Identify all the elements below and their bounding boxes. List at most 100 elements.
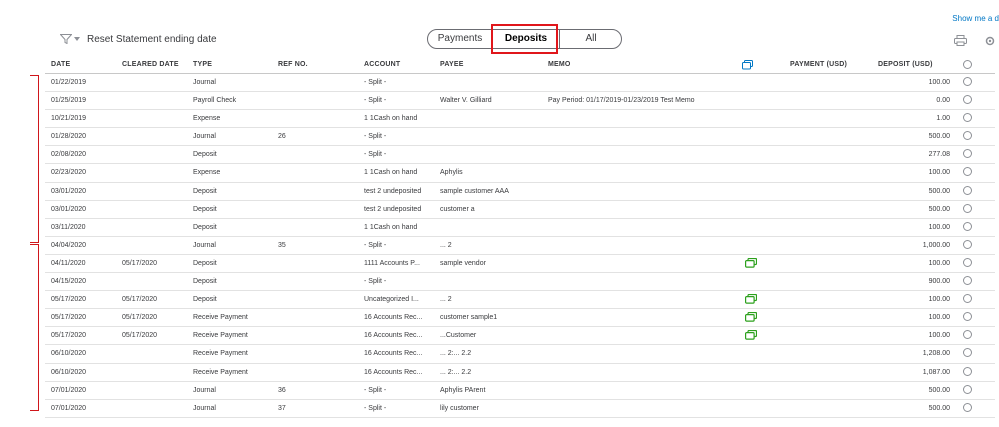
row-select-radio[interactable] xyxy=(963,95,972,105)
cell-payee: ... 2 xyxy=(440,296,452,304)
cell-account: 16 Accounts Rec... xyxy=(364,332,423,340)
table-row[interactable]: 05/17/2020 05/17/2020 Deposit Uncategorized… xyxy=(45,291,995,310)
cell-payee: Walter V. Gilliard xyxy=(440,97,492,105)
col-payment[interactable]: PAYMENT (USD) xyxy=(790,61,847,68)
row-select-radio[interactable] xyxy=(963,77,972,86)
cell-deposit: 100.00 xyxy=(928,296,950,304)
row-select-radio[interactable] xyxy=(963,402,972,412)
row-select-radio[interactable] xyxy=(963,221,972,231)
row-select-radio[interactable] xyxy=(963,113,972,123)
row-select-radio[interactable] xyxy=(963,203,972,213)
row-select-radio[interactable] xyxy=(963,294,972,304)
cell-account: 1 1Cash on hand xyxy=(364,169,418,177)
help-link[interactable]: Show me a d xyxy=(952,14,999,23)
row-select-radio[interactable] xyxy=(963,167,972,177)
col-ref-no[interactable]: REF NO. xyxy=(278,61,308,68)
row-select-radio[interactable] xyxy=(963,312,972,322)
reset-statement-date-link[interactable]: Reset Statement ending date xyxy=(87,34,217,45)
select-all-radio[interactable] xyxy=(963,60,972,69)
tab-all[interactable]: All xyxy=(560,30,622,48)
table-row[interactable]: 06/10/2020 Receive Payment 16 Accounts Rec… xyxy=(45,345,995,364)
cell-memo: Pay Period: 01/17/2019-01/23/2019 Test M… xyxy=(548,97,695,105)
attachment-icon[interactable] xyxy=(745,330,757,341)
row-select-radio[interactable] xyxy=(963,348,972,358)
col-payee[interactable]: PAYEE xyxy=(440,61,464,68)
cell-deposit: 100.00 xyxy=(928,79,950,86)
row-select-radio[interactable] xyxy=(963,366,972,376)
table-row[interactable]: 01/22/2019 Journal - Split - 100.00 xyxy=(45,74,995,93)
cell-date: 04/11/2020 xyxy=(51,259,86,267)
cell-deposit: 100.00 xyxy=(928,169,950,177)
col-cleared-date[interactable]: CLEARED DATE xyxy=(122,61,179,68)
cell-type: Deposit xyxy=(193,296,217,304)
attachment-icon[interactable] xyxy=(745,312,757,322)
row-select-radio[interactable] xyxy=(963,149,972,159)
table-row[interactable]: 05/17/2020 05/17/2020 Receive Payment 16 Ac… xyxy=(45,309,995,328)
row-select-radio[interactable] xyxy=(963,239,972,249)
col-date[interactable]: DATE xyxy=(51,61,70,68)
attachment-icon[interactable] xyxy=(745,257,757,268)
cell-date: 05/17/2020 xyxy=(51,314,87,322)
cell-cleared-date: 05/17/2020 xyxy=(122,296,158,304)
attachment-icon[interactable] xyxy=(745,294,757,304)
table-row[interactable]: 04/04/2020 Journal 35 - Split - ... 2 1,000.0… xyxy=(45,237,995,255)
cell-date: 04/15/2020 xyxy=(51,278,87,286)
cell-deposit: 100.00 xyxy=(928,332,950,340)
cell-type: Journal xyxy=(193,241,216,249)
cell-account: 16 Accounts Rec... xyxy=(364,350,423,358)
filter-button[interactable] xyxy=(60,34,80,44)
cell-type: Deposit xyxy=(193,223,217,231)
row-select-radio[interactable] xyxy=(963,257,972,267)
cell-date: 03/01/2020 xyxy=(51,187,87,195)
cell-payee: Aphylis PArent xyxy=(440,386,486,394)
cell-date: 03/11/2020 xyxy=(51,223,86,231)
table-row[interactable]: 01/28/2020 Journal 26 - Split - 500.00 xyxy=(45,128,995,147)
table-row[interactable]: 10/21/2019 Expense 1 1Cash on hand 1.00 xyxy=(45,110,995,129)
cell-deposit: 900.00 xyxy=(928,278,950,286)
table-row[interactable]: 02/23/2020 Expense 1 1Cash on hand Aphylis 1… xyxy=(45,164,995,183)
col-memo[interactable]: MEMO xyxy=(548,61,571,68)
print-icon[interactable] xyxy=(954,35,967,46)
row-select-radio[interactable] xyxy=(963,185,972,195)
cell-cleared-date: 05/17/2020 xyxy=(122,259,158,267)
cell-date: 05/17/2020 xyxy=(51,332,87,340)
bracket-annotation-lower xyxy=(30,244,39,411)
cell-ref-no: 26 xyxy=(278,133,286,141)
cell-type: Receive Payment xyxy=(193,368,248,376)
cell-type: Deposit xyxy=(193,187,217,195)
cell-date: 05/17/2020 xyxy=(51,296,87,304)
cell-deposit: 277.08 xyxy=(928,151,950,159)
row-select-radio[interactable] xyxy=(963,330,972,340)
cell-type: Deposit xyxy=(193,151,217,159)
table-row[interactable]: 02/08/2020 Deposit - Split - 277.08 xyxy=(45,146,995,165)
deposits-highlight-annotation xyxy=(491,24,558,54)
table-row[interactable]: 06/10/2020 Receive Payment 16 Accounts Rec… xyxy=(45,364,995,382)
table-row[interactable]: 03/01/2020 Deposit test 2 undeposited sampl… xyxy=(45,183,995,201)
table-row[interactable]: 03/01/2020 Deposit test 2 undeposited custo… xyxy=(45,201,995,219)
gear-icon[interactable] xyxy=(984,35,996,47)
row-select-radio[interactable] xyxy=(963,276,972,286)
cell-type: Deposit xyxy=(193,278,217,286)
cell-type: Receive Payment xyxy=(193,350,248,358)
table-row[interactable]: 04/11/2020 05/17/2020 Deposit 1111 Accounts… xyxy=(45,255,995,274)
table-row[interactable]: 05/17/2020 05/17/2020 Receive Payment 16 Ac… xyxy=(45,327,995,346)
cell-date: 07/01/2020 xyxy=(51,404,87,412)
cell-payee: customer a xyxy=(440,205,475,213)
cell-type: Journal xyxy=(193,404,216,412)
col-deposit[interactable]: DEPOSIT (USD) xyxy=(878,61,933,68)
cell-deposit: 100.00 xyxy=(928,259,950,267)
table-row[interactable]: 01/25/2019 Payroll Check - Split - Walter V… xyxy=(45,92,995,111)
cell-date: 06/10/2020 xyxy=(51,350,87,358)
table-row[interactable]: 04/15/2020 Deposit - Split - 900.00 xyxy=(45,273,995,292)
col-type[interactable]: TYPE xyxy=(193,61,212,68)
row-select-radio[interactable] xyxy=(963,131,972,141)
col-account[interactable]: ACCOUNT xyxy=(364,61,400,68)
cell-account: - Split - xyxy=(364,133,387,141)
row-select-radio[interactable] xyxy=(963,384,972,394)
table-row[interactable]: 07/01/2020 Journal 37 - Split - lily custome… xyxy=(45,400,995,418)
table-row[interactable]: 03/11/2020 Deposit 1 1Cash on hand 100.00 xyxy=(45,219,995,237)
table-row[interactable]: 07/01/2020 Journal 36 - Split - Aphylis PAre… xyxy=(45,382,995,400)
cell-date: 01/22/2019 xyxy=(51,79,87,86)
tab-payments[interactable]: Payments xyxy=(428,30,492,48)
cell-date: 01/28/2020 xyxy=(51,133,87,141)
